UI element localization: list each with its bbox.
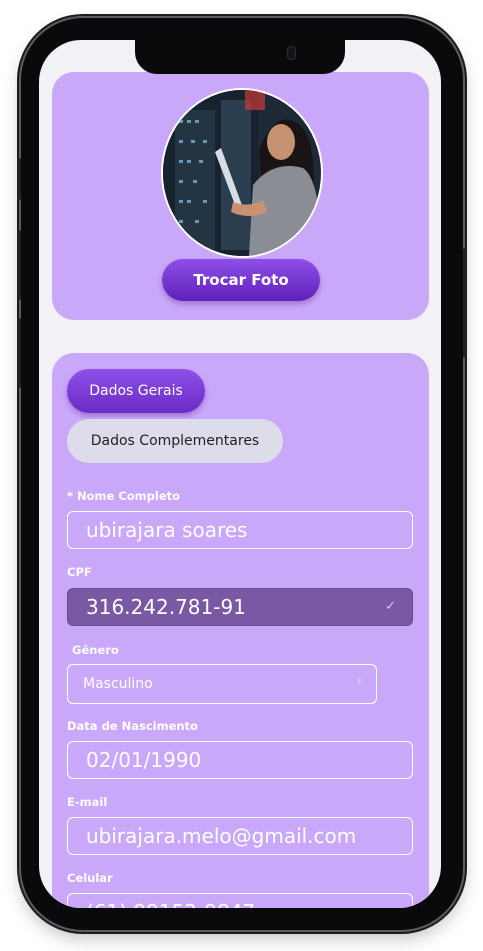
personal-data-card: Dados Gerais Dados Complementares * Nome… — [52, 353, 429, 908]
avatar[interactable] — [161, 88, 323, 258]
phone-value: (61) 99152-9847 — [86, 900, 255, 908]
profile-photo-card: Trocar Foto — [52, 72, 429, 320]
full-name-value: ubirajara soares — [86, 518, 248, 542]
birth-date-field[interactable]: 02/01/1990 — [67, 741, 413, 779]
check-icon: ✓ — [385, 599, 396, 614]
volume-down-button — [17, 318, 21, 388]
email-value: ubirajara.melo@gmail.com — [86, 824, 357, 848]
phone-label: Celular — [67, 871, 113, 885]
email-label: E-mail — [67, 795, 108, 809]
birth-date-value: 02/01/1990 — [86, 748, 202, 772]
email-field[interactable]: ubirajara.melo@gmail.com — [67, 817, 413, 855]
gender-select[interactable]: Masculino ▾ — [67, 664, 377, 704]
gender-value: Masculino — [83, 676, 153, 692]
cpf-value: 316.242.781-91 — [86, 595, 246, 619]
gender-label: Gênero — [72, 643, 119, 657]
volume-up-button — [17, 230, 21, 300]
full-name-label: * Nome Completo — [67, 489, 181, 503]
phone-screen: Trocar Foto Dados Gerais Dados Complemen… — [39, 40, 441, 908]
camera-icon — [287, 46, 296, 60]
full-name-field[interactable]: ubirajara soares — [67, 511, 413, 549]
cpf-field[interactable]: 316.242.781-91 ✓ — [67, 588, 413, 626]
cpf-label: CPF — [67, 565, 92, 579]
change-photo-button[interactable]: Trocar Foto — [162, 259, 320, 301]
mute-switch — [17, 158, 21, 200]
power-button — [463, 248, 467, 358]
chevron-down-icon: ▾ — [356, 676, 362, 687]
tab-complementary-data[interactable]: Dados Complementares — [67, 419, 283, 463]
tab-general-data[interactable]: Dados Gerais — [67, 369, 205, 413]
birth-date-label: Data de Nascimento — [67, 719, 198, 733]
notch — [135, 40, 345, 74]
phone-field[interactable]: (61) 99152-9847 — [67, 893, 413, 908]
